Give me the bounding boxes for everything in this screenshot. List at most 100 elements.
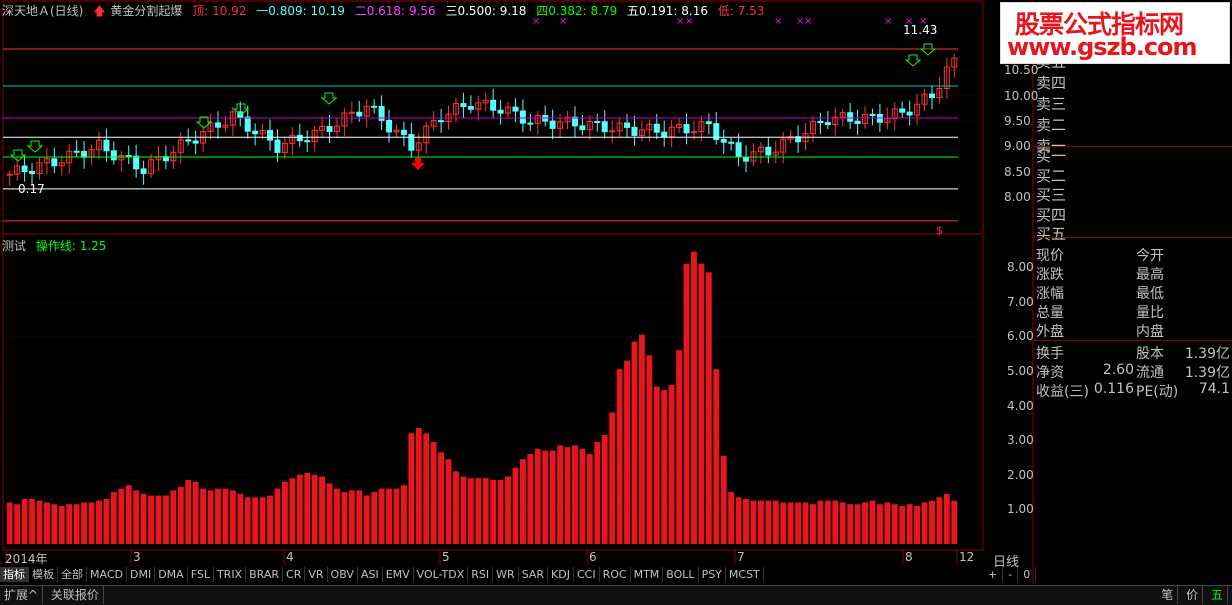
indicator-tab[interactable]: ASI	[358, 567, 383, 582]
indicator-tab[interactable]: BOLL	[663, 567, 699, 582]
level-2: 二0.618: 9.56	[355, 4, 436, 18]
indicator-bar	[728, 492, 735, 544]
down-arrow-icon	[195, 116, 213, 129]
quote-label-pe: PE(动)	[1136, 384, 1179, 400]
indicator-bar	[490, 479, 497, 544]
sub-chart-name[interactable]: 测试	[2, 239, 26, 253]
level-1-label: 一0.809:	[256, 4, 307, 18]
indicator-bar	[549, 450, 556, 544]
low-label: 低: 7.53	[718, 4, 765, 18]
indicator-bars	[6, 251, 958, 544]
indicator-tab[interactable]: MACD	[87, 567, 127, 582]
indicator-tab[interactable]: WR	[493, 567, 519, 582]
expand-tab[interactable]: 扩展^	[0, 586, 44, 604]
indicator-bar	[170, 490, 177, 544]
quote-divider	[1034, 340, 1232, 341]
indicator-tab[interactable]: SAR	[519, 567, 549, 582]
level5-tab[interactable]: 五	[1207, 586, 1228, 604]
up-arrow-icon: 🡅	[93, 4, 106, 18]
candle-body	[928, 93, 935, 99]
indicator-tab[interactable]: MTM	[631, 567, 664, 582]
indicator-tab[interactable]: DMA	[155, 567, 188, 582]
related-quote-tab[interactable]: 关联报价	[47, 586, 104, 604]
indicator-tab[interactable]: BRAR	[246, 567, 284, 582]
level-1: 一0.809: 10.19	[256, 4, 345, 18]
indicator-bar	[207, 490, 214, 544]
candle-body	[854, 120, 861, 125]
buy-level-label: 买一	[1036, 147, 1067, 165]
quote-label-price: 现价	[1036, 248, 1064, 264]
price-tick-label: 8.50	[1004, 164, 1031, 179]
indicator-bar	[460, 476, 467, 544]
indicator-bar	[393, 488, 400, 544]
indicator-bar	[133, 490, 140, 544]
indicator-tab[interactable]: MCST	[726, 567, 764, 582]
indicator-bar	[653, 386, 660, 544]
sub-tick-label: 3.00	[1007, 433, 1034, 448]
quote-row-2: 涨跌 最高	[1036, 264, 1230, 283]
zoom-control-button[interactable]: +	[983, 567, 1004, 582]
candle-body	[661, 131, 668, 138]
candle-body	[400, 129, 407, 135]
indicator-tab[interactable]: ROC	[600, 567, 631, 582]
candlestick-series	[6, 53, 958, 186]
indicator-tab[interactable]: CR	[283, 567, 306, 582]
signal-x-mark: ×	[804, 16, 812, 27]
indicator-bar	[683, 263, 690, 544]
indicator-bar	[400, 485, 407, 544]
zoom-control-button[interactable]: 0	[1018, 567, 1037, 582]
candle-body	[847, 112, 854, 122]
indicator-tab[interactable]: 全部	[58, 567, 87, 582]
candle-body	[683, 124, 690, 134]
indicator-tab[interactable]: PSY	[699, 567, 726, 582]
indicator-bar	[244, 497, 251, 544]
indicator-bar	[891, 504, 898, 544]
indicator-bar	[51, 504, 58, 544]
indicator-bar	[200, 488, 207, 544]
quote-label-high: 最高	[1136, 267, 1164, 283]
indicator-bar	[557, 445, 564, 544]
indicator-tab[interactable]: EMV	[383, 567, 414, 582]
sub-tick-label: 7.00	[1007, 294, 1034, 309]
indicator-bar	[534, 448, 541, 544]
level-4: 四0.382: 8.79	[536, 4, 617, 18]
tick-tab[interactable]: 笔	[1157, 586, 1179, 604]
line-label: 操作线:	[35, 239, 76, 253]
indicator-bar	[192, 481, 199, 544]
indicator-bar	[564, 447, 571, 544]
time-axis-label: 4	[286, 550, 294, 564]
watermark-url: www.gszb.com	[1007, 33, 1198, 61]
price-tab[interactable]: 价	[1182, 586, 1204, 604]
indicator-tab[interactable]: DMI	[127, 567, 156, 582]
time-axis-label: 7	[737, 550, 745, 564]
indicator-bar	[862, 502, 868, 544]
indicator-bar	[252, 497, 259, 544]
indicator-tab[interactable]: OBV	[328, 567, 358, 582]
low-label-text: 低:	[717, 4, 734, 18]
indicator-bar	[757, 500, 764, 544]
indicator-tab[interactable]: 指标	[0, 567, 29, 582]
candle-body	[110, 150, 117, 161]
indicator-bar	[572, 445, 578, 544]
candle-body	[728, 141, 735, 144]
indicator-tab[interactable]: CCI	[574, 567, 600, 582]
time-axis-label: 3	[133, 550, 141, 564]
indicator-tab[interactable]: TRIX	[214, 567, 247, 582]
indicator-tab[interactable]: RSI	[468, 567, 494, 582]
indicator-bar	[103, 499, 110, 544]
indicator-tab[interactable]: VOL-TDX	[414, 567, 469, 582]
stock-title[interactable]: 深天地Ａ(日线)	[2, 4, 83, 18]
candle-body	[21, 165, 28, 173]
candle-body	[125, 155, 132, 158]
indicator-tab[interactable]: KDJ	[548, 567, 574, 582]
indicator-tab[interactable]: 模板	[29, 567, 58, 582]
indicator-bar	[787, 502, 794, 544]
indicator-bar	[229, 490, 236, 544]
indicator-tab[interactable]: FSL	[188, 567, 214, 582]
indicator-bar	[14, 504, 21, 544]
zoom-control-button[interactable]: -	[1003, 567, 1019, 582]
watermark-logo: 股票公式指标网 www.gszb.com	[1000, 2, 1230, 64]
down-arrow-icon	[320, 92, 338, 105]
level-4-value: 8.79	[590, 4, 618, 18]
indicator-tab[interactable]: VR	[305, 567, 328, 582]
